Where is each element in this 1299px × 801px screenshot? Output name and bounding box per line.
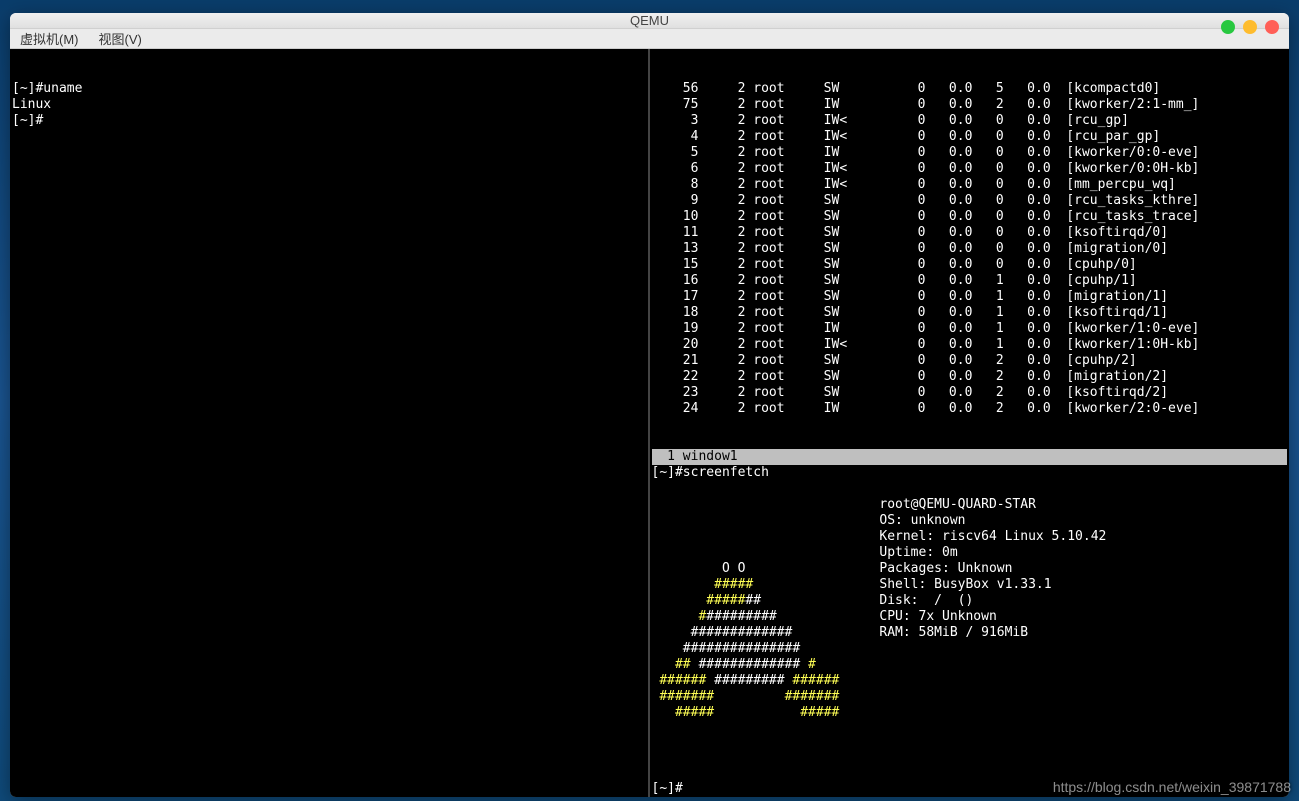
ascii-art-line: O O — [652, 561, 840, 577]
pane-title-1: 1 window1 — [652, 449, 1288, 465]
process-row: 20 2 root IW< 0 0.0 1 0.0 [kworker/1:0H-… — [652, 337, 1288, 353]
process-row: 15 2 root SW 0 0.0 0 0.0 [cpuhp/0] — [652, 257, 1288, 273]
process-row: 13 2 root SW 0 0.0 0 0.0 [migration/0] — [652, 241, 1288, 257]
menubar: 虚拟机(M) 视图(V) — [10, 29, 1289, 49]
sysinfo-line: Packages: Unknown — [879, 561, 1106, 577]
sysinfo-line: Uptime: 0m — [879, 545, 1106, 561]
ascii-art-line: ###### ######### ###### — [652, 673, 840, 689]
ascii-art-line: ############# — [652, 625, 840, 641]
screenfetch-prompt: [~]#screenfetch — [652, 465, 1288, 481]
window-controls — [1221, 20, 1279, 34]
process-row: 23 2 root SW 0 0.0 2 0.0 [ksoftirqd/2] — [652, 385, 1288, 401]
process-row: 19 2 root IW 0 0.0 1 0.0 [kworker/1:0-ev… — [652, 321, 1288, 337]
sysinfo-line: root@QEMU-QUARD-STAR — [879, 497, 1106, 513]
ascii-art-line: ########## — [652, 609, 840, 625]
watermark: https://blog.csdn.net/weixin_39871788 — [1053, 779, 1291, 795]
process-row: 5 2 root IW 0 0.0 0 0.0 [kworker/0:0-eve… — [652, 145, 1288, 161]
minimize-button[interactable] — [1221, 20, 1235, 34]
process-row: 56 2 root SW 0 0.0 5 0.0 [kcompactd0] — [652, 81, 1288, 97]
ascii-art-line: ####### — [652, 593, 840, 609]
pane-window0[interactable]: [~]#unameLinux[~]# — [10, 49, 650, 797]
process-row: 3 2 root IW< 0 0.0 0 0.0 [rcu_gp] — [652, 113, 1288, 129]
pane-window2[interactable]: 1 window1 [~]#screenfetch O O ##### ####… — [650, 449, 1290, 797]
process-row: 16 2 root SW 0 0.0 1 0.0 [cpuhp/1] — [652, 273, 1288, 289]
sysinfo-line: Shell: BusyBox v1.33.1 — [879, 577, 1106, 593]
sysinfo-line: Kernel: riscv64 Linux 5.10.42 — [879, 529, 1106, 545]
pane-window1[interactable]: 56 2 root SW 0 0.0 5 0.0 [kcompactd0] 75… — [650, 49, 1290, 449]
process-row: 75 2 root IW 0 0.0 2 0.0 [kworker/2:1-mm… — [652, 97, 1288, 113]
qemu-window: QEMU 虚拟机(M) 视图(V) [~]#unameLinux[~]# 56 … — [10, 13, 1289, 797]
titlebar[interactable]: QEMU — [10, 13, 1289, 29]
process-row: 4 2 root IW< 0 0.0 0 0.0 [rcu_par_gp] — [652, 129, 1288, 145]
sysinfo-line: RAM: 58MiB / 916MiB — [879, 625, 1106, 641]
process-row: 10 2 root SW 0 0.0 0 0.0 [rcu_tasks_trac… — [652, 209, 1288, 225]
process-row: 17 2 root SW 0 0.0 1 0.0 [migration/1] — [652, 289, 1288, 305]
ascii-art-line: ## ############# # — [652, 657, 840, 673]
process-row: 11 2 root SW 0 0.0 0 0.0 [ksoftirqd/0] — [652, 225, 1288, 241]
ascii-art-line: ############### — [652, 641, 840, 657]
close-button[interactable] — [1265, 20, 1279, 34]
terminal-line: [~]# — [12, 113, 646, 129]
sysinfo-line: OS: unknown — [879, 513, 1106, 529]
process-row: 18 2 root SW 0 0.0 1 0.0 [ksoftirqd/1] — [652, 305, 1288, 321]
ascii-art-line: ##### ##### — [652, 705, 840, 721]
process-row: 24 2 root IW 0 0.0 2 0.0 [kworker/2:0-ev… — [652, 401, 1288, 417]
sysinfo-line: Disk: / () — [879, 593, 1106, 609]
terminal-line: Linux — [12, 97, 646, 113]
terminal-line: [~]#uname — [12, 81, 646, 97]
process-row: 9 2 root SW 0 0.0 0 0.0 [rcu_tasks_kthre… — [652, 193, 1288, 209]
terminal-area[interactable]: [~]#unameLinux[~]# 56 2 root SW 0 0.0 5 … — [10, 49, 1289, 797]
window-title: QEMU — [630, 13, 669, 28]
sysinfo-line: CPU: 7x Unknown — [879, 609, 1106, 625]
process-row: 8 2 root IW< 0 0.0 0 0.0 [mm_percpu_wq] — [652, 177, 1288, 193]
ascii-art-line: ####### ####### — [652, 689, 840, 705]
process-row: 21 2 root SW 0 0.0 2 0.0 [cpuhp/2] — [652, 353, 1288, 369]
process-row: 6 2 root IW< 0 0.0 0 0.0 [kworker/0:0H-k… — [652, 161, 1288, 177]
maximize-button[interactable] — [1243, 20, 1257, 34]
ascii-art-line: ##### — [652, 577, 840, 593]
menu-view[interactable]: 视图(V) — [99, 29, 142, 48]
menu-vm[interactable]: 虚拟机(M) — [20, 29, 79, 48]
process-row: 22 2 root SW 0 0.0 2 0.0 [migration/2] — [652, 369, 1288, 385]
